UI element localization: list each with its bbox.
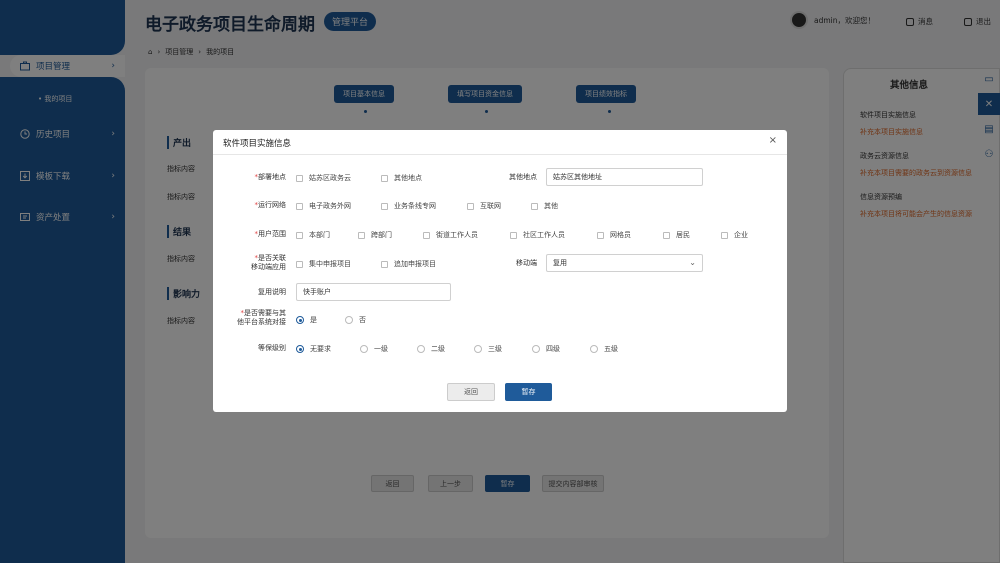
radio[interactable] [417, 345, 425, 353]
checkbox-option[interactable]: 电子政务外网 [296, 201, 351, 211]
network-label: *运行网络 [254, 201, 287, 209]
checkbox-option[interactable]: 社区工作人员 [510, 230, 565, 240]
radio[interactable] [296, 345, 304, 353]
other-location-label: 其他地点 [509, 173, 537, 181]
checkbox[interactable] [381, 174, 388, 182]
mobile-end-label: 移动端 [516, 259, 537, 267]
checkbox[interactable] [296, 260, 303, 268]
radio-option[interactable]: 一级 [360, 344, 388, 354]
protection-label: 等保级别 [258, 344, 286, 352]
chevron-down-icon: ⌄ [689, 258, 696, 267]
radio-option[interactable]: 是 [296, 315, 317, 325]
radio-option[interactable]: 否 [345, 315, 366, 325]
modal-save-button[interactable]: 暂存 [505, 383, 552, 401]
radio[interactable] [360, 345, 368, 353]
checkbox[interactable] [296, 231, 303, 239]
checkbox[interactable] [721, 231, 728, 239]
checkbox[interactable] [358, 231, 365, 239]
radio-option[interactable]: 二级 [417, 344, 445, 354]
checkbox-option[interactable]: 业务条线专网 [381, 201, 436, 211]
checkbox[interactable] [663, 231, 670, 239]
mobile-label: *是否关联 移动端应用 [251, 254, 286, 271]
mobile-select[interactable]: 复用 ⌄ [546, 254, 703, 272]
checkbox-option[interactable]: 本部门 [296, 230, 330, 240]
modal-back-button[interactable]: 返回 [447, 383, 495, 401]
checkbox-option[interactable]: 网格员 [597, 230, 631, 240]
checkbox[interactable] [531, 202, 538, 210]
radio[interactable] [296, 316, 304, 324]
radio[interactable] [345, 316, 353, 324]
checkbox-option[interactable]: 跨部门 [358, 230, 392, 240]
other-location-input[interactable]: 姑苏区其他地址 [546, 168, 703, 186]
checkbox-option[interactable]: 街道工作人员 [423, 230, 478, 240]
divider [213, 154, 787, 155]
checkbox[interactable] [296, 202, 303, 210]
checkbox[interactable] [423, 231, 430, 239]
checkbox-option[interactable]: 其他地点 [381, 173, 422, 183]
radio-option[interactable]: 无要求 [296, 344, 331, 354]
radio[interactable] [532, 345, 540, 353]
checkbox[interactable] [381, 202, 388, 210]
checkbox[interactable] [296, 174, 303, 182]
user-scope-label: *用户范围 [254, 230, 287, 238]
checkbox-option[interactable]: 集中申报项目 [296, 259, 351, 269]
reuse-input[interactable]: 快手账户 [296, 283, 451, 301]
radio-option[interactable]: 五级 [590, 344, 618, 354]
modal-title: 软件项目实施信息 [223, 139, 292, 149]
checkbox-option[interactable]: 互联网 [467, 201, 501, 211]
dock-label: *是否需要与其 他平台系统对接 [237, 309, 286, 326]
checkbox[interactable] [597, 231, 604, 239]
radio[interactable] [474, 345, 482, 353]
radio-option[interactable]: 三级 [474, 344, 502, 354]
checkbox-option[interactable]: 企业 [721, 230, 748, 240]
checkbox[interactable] [510, 231, 517, 239]
checkbox[interactable] [381, 260, 388, 268]
deploy-location-label: *部署地点 [254, 173, 287, 181]
checkbox-option[interactable]: 追加申报项目 [381, 259, 436, 269]
checkbox-option[interactable]: 姑苏区政务云 [296, 173, 351, 183]
checkbox-option[interactable]: 居民 [663, 230, 690, 240]
checkbox-option[interactable]: 其他 [531, 201, 558, 211]
implementation-info-modal: 软件项目实施信息 × *部署地点 姑苏区政务云 其他地点 其他地点 姑苏区其他地… [213, 130, 787, 412]
radio[interactable] [590, 345, 598, 353]
checkbox[interactable] [467, 202, 474, 210]
radio-option[interactable]: 四级 [532, 344, 560, 354]
mobile-select-value: 复用 [553, 259, 567, 267]
reuse-label: 复用说明 [258, 288, 286, 296]
close-icon[interactable]: × [769, 135, 777, 146]
